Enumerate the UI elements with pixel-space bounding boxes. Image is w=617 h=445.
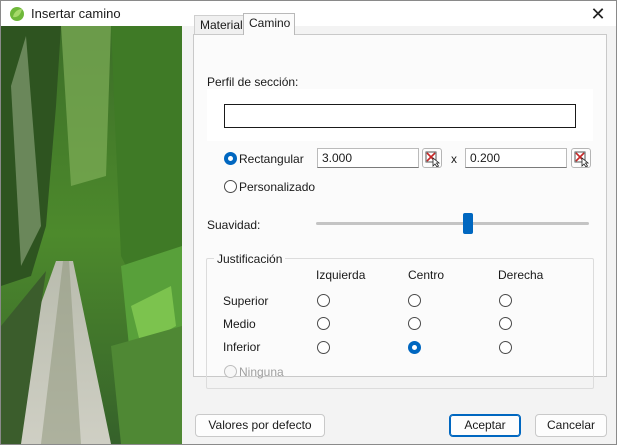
- justify-top-center-radio[interactable]: [408, 294, 421, 307]
- pick-from-model-icon: [425, 151, 441, 168]
- title-bar: Insertar camino ✕: [1, 1, 616, 26]
- rectangular-radio[interactable]: [224, 152, 237, 165]
- justification-title: Justificación: [214, 252, 286, 266]
- custom-radio[interactable]: [224, 180, 237, 193]
- tab-material[interactable]: Material: [194, 15, 244, 35]
- width-input[interactable]: 3.000: [317, 148, 419, 168]
- column-left-label: Izquierda: [316, 268, 366, 282]
- column-center-label: Centro: [408, 268, 445, 282]
- justify-bottom-left-radio[interactable]: [317, 341, 330, 354]
- leaf-icon: [10, 7, 24, 21]
- tab-material-label: Material: [200, 18, 243, 32]
- width-value: 3.000: [322, 151, 353, 165]
- pick-from-model-icon: [574, 151, 590, 168]
- close-icon[interactable]: ✕: [588, 4, 608, 24]
- defaults-button[interactable]: Valores por defecto: [195, 414, 325, 437]
- height-value: 0.200: [470, 151, 501, 165]
- profile-field[interactable]: [224, 104, 576, 128]
- justify-middle-left-radio[interactable]: [317, 317, 330, 330]
- justify-none-radio[interactable]: [224, 365, 237, 378]
- cancel-button-label: Cancelar: [546, 418, 596, 432]
- row-middle-label: Medio: [223, 317, 256, 331]
- dimension-separator: x: [451, 152, 457, 166]
- justify-middle-right-radio[interactable]: [499, 317, 512, 330]
- rectangular-label: Rectangular: [239, 152, 304, 166]
- justify-bottom-center-radio[interactable]: [408, 341, 421, 354]
- column-right-label: Derecha: [498, 268, 544, 282]
- path-preview-image: [1, 26, 182, 444]
- window-title: Insertar camino: [31, 6, 121, 21]
- row-bottom-label: Inferior: [223, 340, 261, 354]
- justify-middle-center-radio[interactable]: [408, 317, 421, 330]
- justify-bottom-right-radio[interactable]: [499, 341, 512, 354]
- height-input[interactable]: 0.200: [465, 148, 567, 168]
- smoothness-label: Suavidad:: [207, 218, 261, 232]
- justify-top-left-radio[interactable]: [317, 294, 330, 307]
- cancel-button[interactable]: Cancelar: [535, 414, 607, 437]
- profile-label: Perfil de sección:: [207, 75, 299, 89]
- row-top-label: Superior: [223, 294, 269, 308]
- accept-button[interactable]: Aceptar: [449, 414, 521, 437]
- custom-label: Personalizado: [239, 180, 316, 194]
- tab-camino-label: Camino: [249, 16, 291, 30]
- pick-width-button[interactable]: [422, 148, 442, 168]
- tab-camino[interactable]: Camino: [243, 13, 295, 35]
- pick-height-button[interactable]: [571, 148, 591, 168]
- defaults-button-label: Valores por defecto: [208, 418, 312, 432]
- accept-button-label: Aceptar: [464, 418, 506, 432]
- smoothness-slider-track[interactable]: [316, 222, 589, 225]
- justify-none-label: Ninguna: [239, 365, 284, 379]
- smoothness-slider-thumb[interactable]: [463, 213, 473, 234]
- justify-top-right-radio[interactable]: [499, 294, 512, 307]
